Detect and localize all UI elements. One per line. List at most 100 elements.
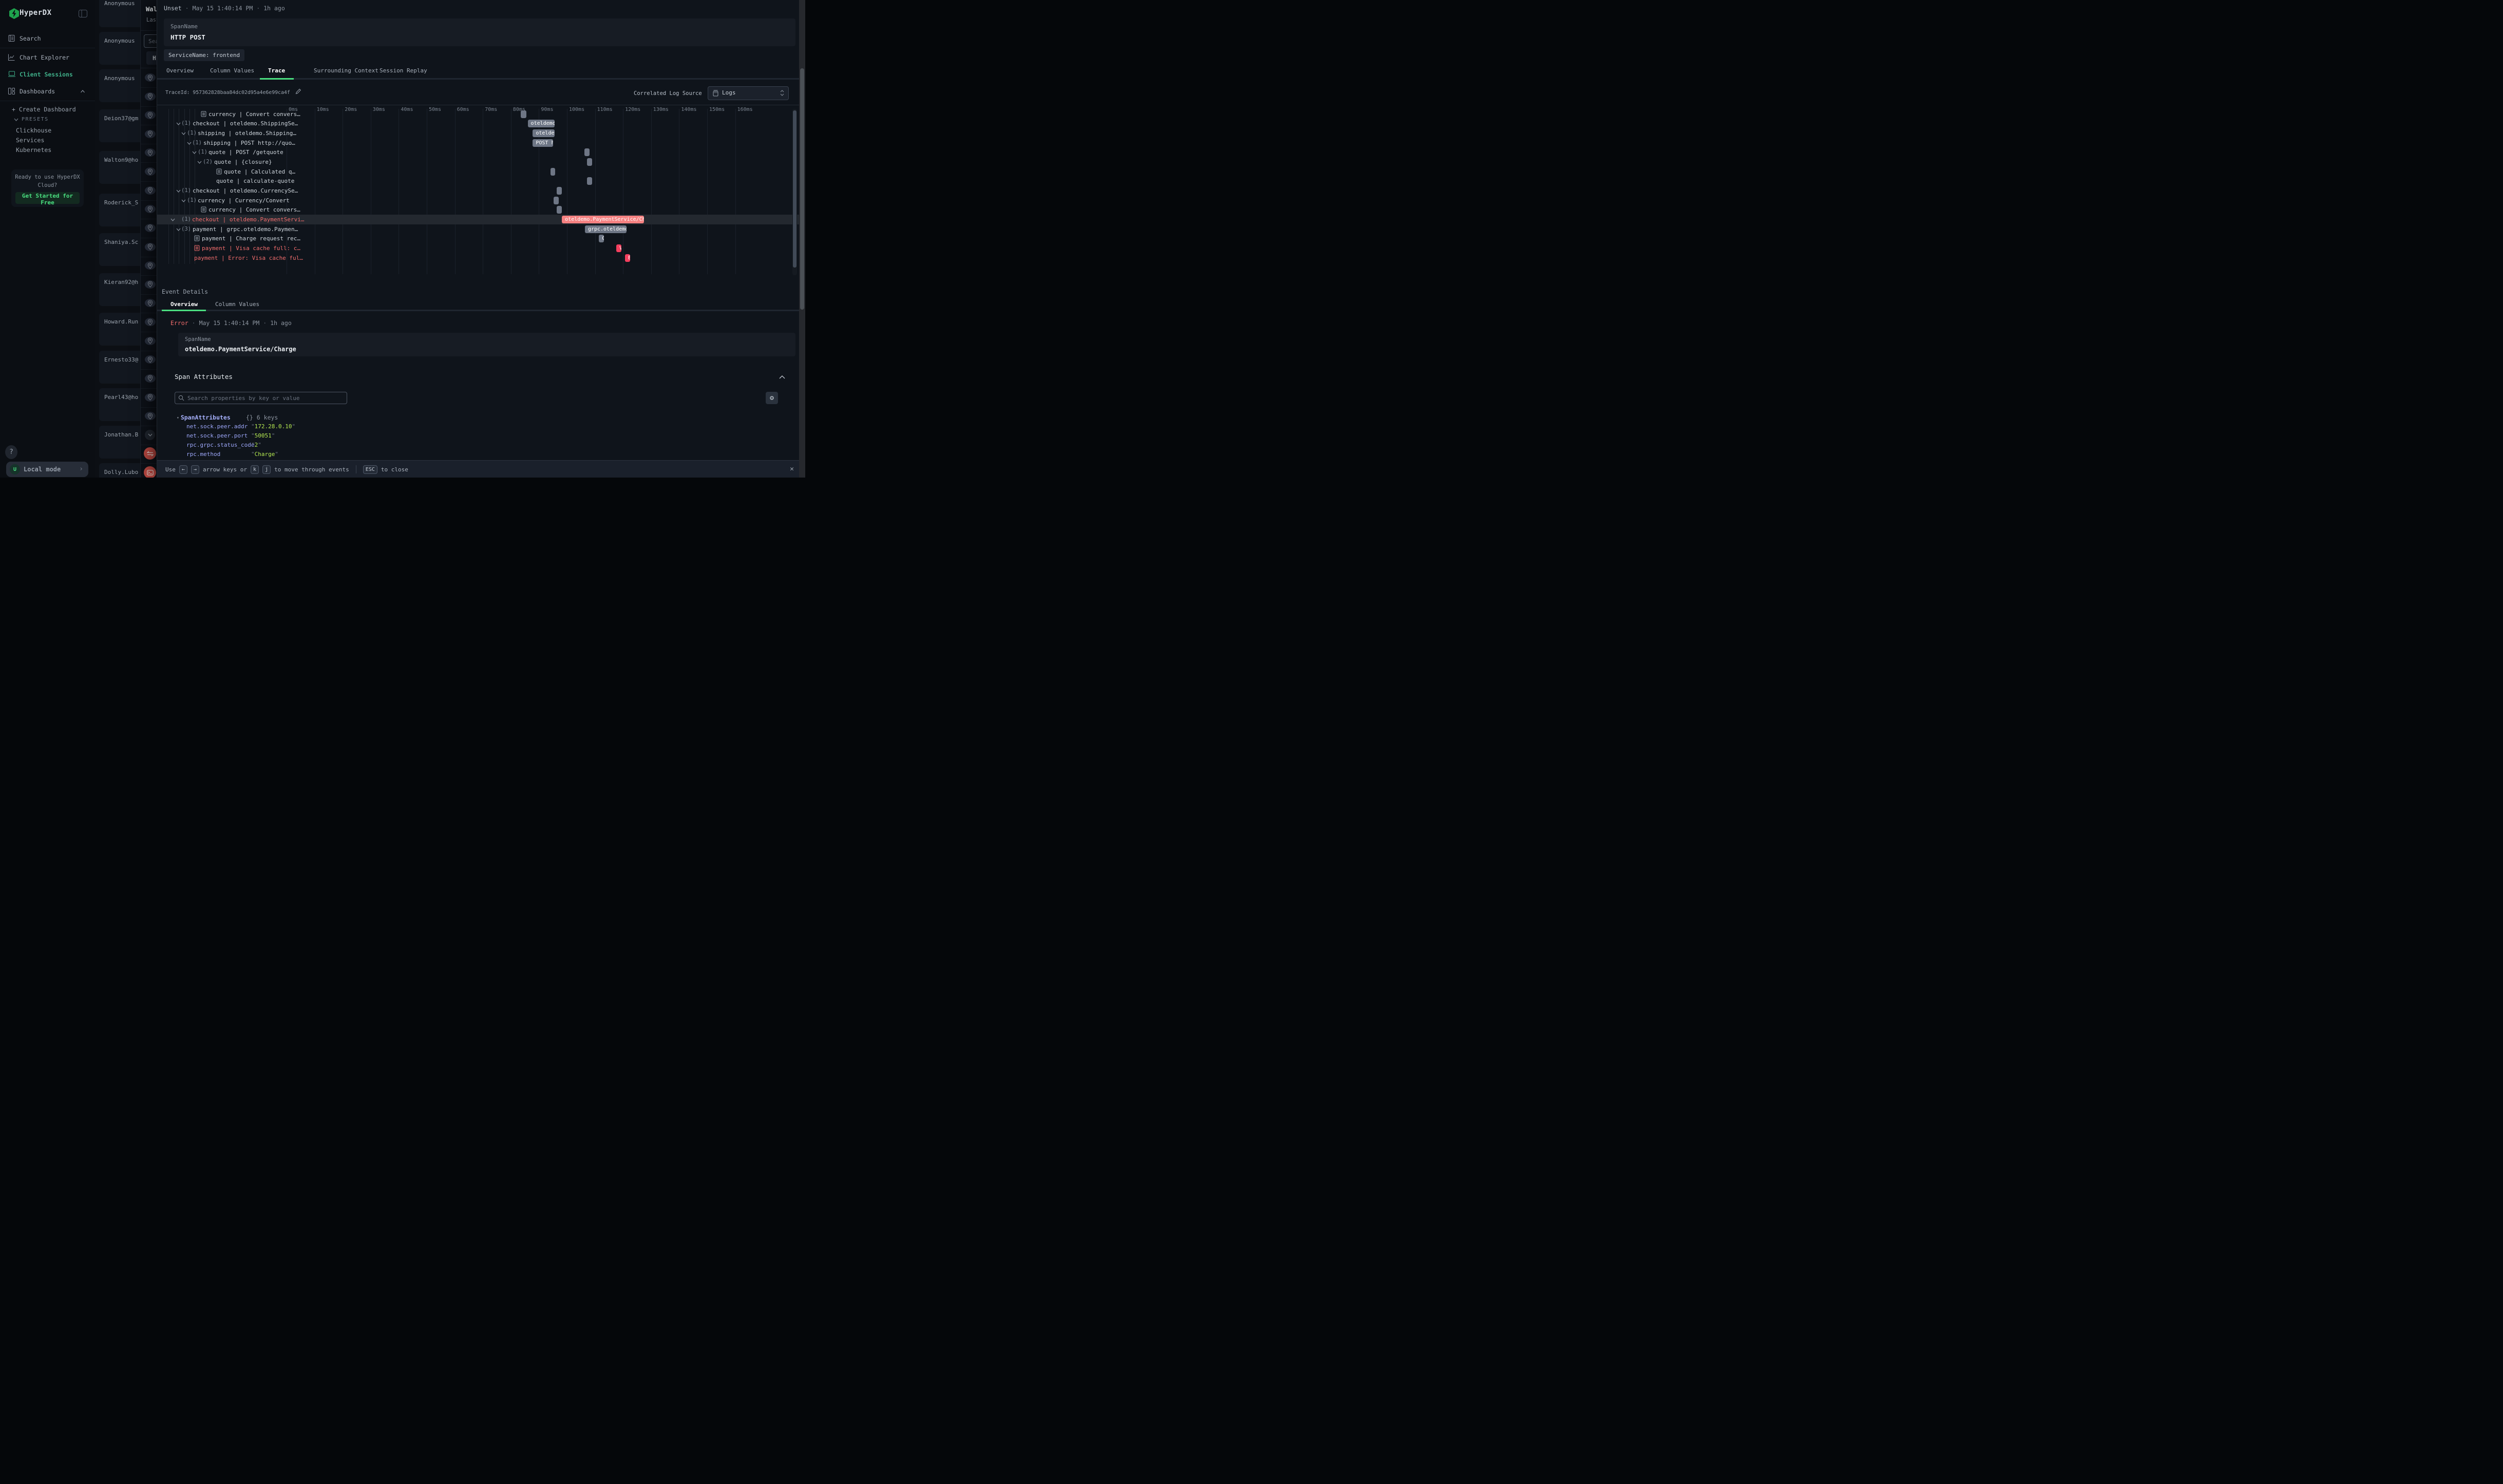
tab-trace[interactable]: Trace bbox=[268, 67, 285, 74]
chevron-down-icon[interactable] bbox=[176, 189, 181, 193]
session-card[interactable]: Anonymous bbox=[99, 32, 140, 65]
trace-span-row[interactable]: (3)payment | grpc.oteldemo.Paymen…grpc.o… bbox=[157, 224, 805, 234]
page-scrollbar-thumb[interactable] bbox=[800, 68, 804, 310]
sidebar-collapse-icon[interactable] bbox=[79, 10, 87, 17]
span-duration-bar[interactable]: C bbox=[599, 235, 604, 242]
trace-span-row[interactable]: (1)shipping | POST http://quo…POST ht bbox=[157, 138, 805, 148]
trace-span-row[interactable]: (1)checkout | oteldemo.PaymentServi…otel… bbox=[157, 215, 805, 224]
attribute-key[interactable]: rpc.method bbox=[186, 451, 220, 458]
tab-session-replay[interactable]: Session Replay bbox=[380, 67, 427, 74]
span-duration-bar[interactable]: oteldemo bbox=[533, 129, 555, 137]
span-duration-bar[interactable] bbox=[557, 206, 562, 214]
session-card[interactable]: Kieran92@h bbox=[99, 273, 140, 306]
session-event-row[interactable] bbox=[141, 125, 157, 144]
chevron-down-icon[interactable] bbox=[176, 228, 181, 231]
help-button[interactable]: ? bbox=[5, 445, 17, 459]
get-started-button[interactable]: Get Started for Free bbox=[15, 192, 80, 204]
trace-span-row[interactable]: (1)quote | POST /getquote bbox=[157, 147, 805, 157]
sidebar-preset-clickhouse[interactable]: Clickhouse bbox=[16, 127, 51, 134]
span-duration-bar[interactable]: oteldemo. bbox=[528, 120, 555, 127]
chevron-down-icon[interactable] bbox=[197, 161, 202, 164]
session-event-row[interactable] bbox=[141, 68, 157, 88]
sidebar-preset-kubernetes[interactable]: Kubernetes bbox=[16, 146, 51, 154]
span-duration-bar[interactable]: grpc.oteldemo. bbox=[585, 225, 627, 233]
trace-span-row[interactable]: payment | Error: Visa cache ful…E bbox=[157, 253, 805, 263]
trace-span-row[interactable]: (2)quote | {closure} bbox=[157, 157, 805, 167]
span-duration-bar[interactable]: E bbox=[625, 254, 630, 262]
session-card[interactable]: Anonymous bbox=[99, 69, 140, 102]
trace-span-row[interactable]: (1)currency | Currency/Convert bbox=[157, 196, 805, 205]
session-card[interactable]: Walton9@ho bbox=[99, 151, 140, 184]
trace-span-row[interactable]: (1)checkout | oteldemo.ShippingSe…otelde… bbox=[157, 119, 805, 128]
collapse-chevron-icon[interactable] bbox=[779, 375, 785, 379]
session-event-row[interactable] bbox=[141, 181, 157, 201]
sidebar-item-search[interactable]: Search bbox=[0, 32, 95, 46]
span-duration-bar[interactable]: oteldemo.PaymentService/Char bbox=[562, 216, 644, 223]
session-filter-button[interactable]: H bbox=[146, 51, 157, 65]
session-event-row[interactable] bbox=[141, 444, 157, 464]
session-search-input[interactable] bbox=[144, 34, 157, 48]
trace-span-row[interactable]: (1)checkout | oteldemo.CurrencySe… bbox=[157, 186, 805, 196]
trace-span-row[interactable]: quote | Calculated q… bbox=[157, 167, 805, 177]
span-duration-bar[interactable] bbox=[551, 168, 555, 176]
event-details-tab-overview[interactable]: Overview bbox=[170, 301, 198, 308]
session-event-row[interactable] bbox=[141, 238, 157, 257]
trace-span-row[interactable]: quote | calculate-quote bbox=[157, 176, 805, 186]
session-event-row[interactable] bbox=[141, 350, 157, 370]
trace-span-row[interactable]: currency | Convert convers… bbox=[157, 109, 805, 119]
chevron-down-icon[interactable] bbox=[181, 132, 186, 135]
span-duration-bar[interactable] bbox=[587, 158, 592, 166]
span-duration-bar[interactable] bbox=[587, 177, 592, 185]
create-dashboard-button[interactable]: + Create Dashboard bbox=[12, 106, 76, 113]
trace-span-row[interactable]: (1)shipping | oteldemo.Shipping…oteldemo bbox=[157, 128, 805, 138]
trace-span-row[interactable]: payment | Visa cache full: c…V bbox=[157, 243, 805, 253]
trace-span-row[interactable]: currency | Convert convers… bbox=[157, 205, 805, 215]
session-event-row[interactable] bbox=[141, 294, 157, 313]
session-event-row[interactable] bbox=[141, 87, 157, 107]
session-event-row[interactable] bbox=[141, 313, 157, 332]
span-duration-bar[interactable]: POST ht bbox=[533, 139, 553, 147]
session-card[interactable]: Deion37@gm bbox=[99, 109, 140, 142]
tab-column-values[interactable]: Column Values bbox=[210, 67, 254, 74]
session-card[interactable]: Dolly.Lubo bbox=[99, 463, 140, 478]
session-event-row[interactable] bbox=[141, 106, 157, 125]
session-card[interactable]: Shaniya.Sc bbox=[99, 233, 140, 266]
session-event-row[interactable] bbox=[141, 332, 157, 351]
session-card[interactable]: Roderick_S bbox=[99, 194, 140, 226]
local-mode-button[interactable]: U Local mode › bbox=[6, 462, 88, 477]
chevron-down-icon[interactable] bbox=[187, 142, 192, 145]
session-event-row[interactable] bbox=[141, 407, 157, 426]
span-duration-bar[interactable]: V bbox=[616, 244, 621, 252]
span-duration-bar[interactable] bbox=[554, 197, 559, 204]
session-card[interactable]: Jonathan.B bbox=[99, 426, 140, 459]
attribute-key[interactable]: net.sock.peer.port bbox=[186, 432, 248, 439]
session-card[interactable]: Anonymous bbox=[99, 0, 140, 27]
session-card[interactable]: Pearl43@ho bbox=[99, 388, 140, 421]
session-event-row[interactable] bbox=[141, 256, 157, 276]
attributes-root-node[interactable]: ▾ SpanAttributes bbox=[177, 414, 231, 421]
session-event-row[interactable] bbox=[141, 219, 157, 238]
session-event-row[interactable] bbox=[141, 388, 157, 408]
page-scrollbar[interactable] bbox=[799, 0, 805, 478]
session-card[interactable]: Ernesto33@ bbox=[99, 351, 140, 384]
settings-button[interactable]: ⚙ bbox=[766, 392, 778, 404]
span-duration-bar[interactable] bbox=[584, 148, 590, 156]
edit-pencil-icon[interactable] bbox=[295, 88, 301, 95]
event-details-tab-column-values[interactable]: Column Values bbox=[215, 301, 259, 308]
session-card[interactable]: Howard.Run bbox=[99, 313, 140, 346]
waterfall-scrollbar[interactable] bbox=[792, 109, 797, 275]
trace-span-row[interactable]: payment | Charge request rec…C bbox=[157, 234, 805, 243]
sidebar-item-chart-explorer[interactable]: Chart Explorer bbox=[0, 51, 95, 65]
span-duration-bar[interactable] bbox=[557, 187, 561, 195]
close-icon[interactable]: ✕ bbox=[790, 465, 794, 473]
chevron-down-icon[interactable] bbox=[170, 218, 175, 221]
sidebar-item-dashboards[interactable]: Dashboards bbox=[0, 85, 95, 99]
chevron-down-icon[interactable] bbox=[176, 122, 181, 125]
service-name-chip[interactable]: ServiceName: frontend bbox=[164, 49, 244, 61]
tab-overview[interactable]: Overview bbox=[166, 67, 194, 74]
attributes-search-input[interactable] bbox=[175, 392, 347, 404]
span-duration-bar[interactable] bbox=[521, 110, 526, 118]
session-event-row[interactable] bbox=[141, 162, 157, 182]
attribute-key[interactable]: net.sock.peer.addr bbox=[186, 423, 248, 430]
sidebar-preset-services[interactable]: Services bbox=[16, 137, 44, 144]
